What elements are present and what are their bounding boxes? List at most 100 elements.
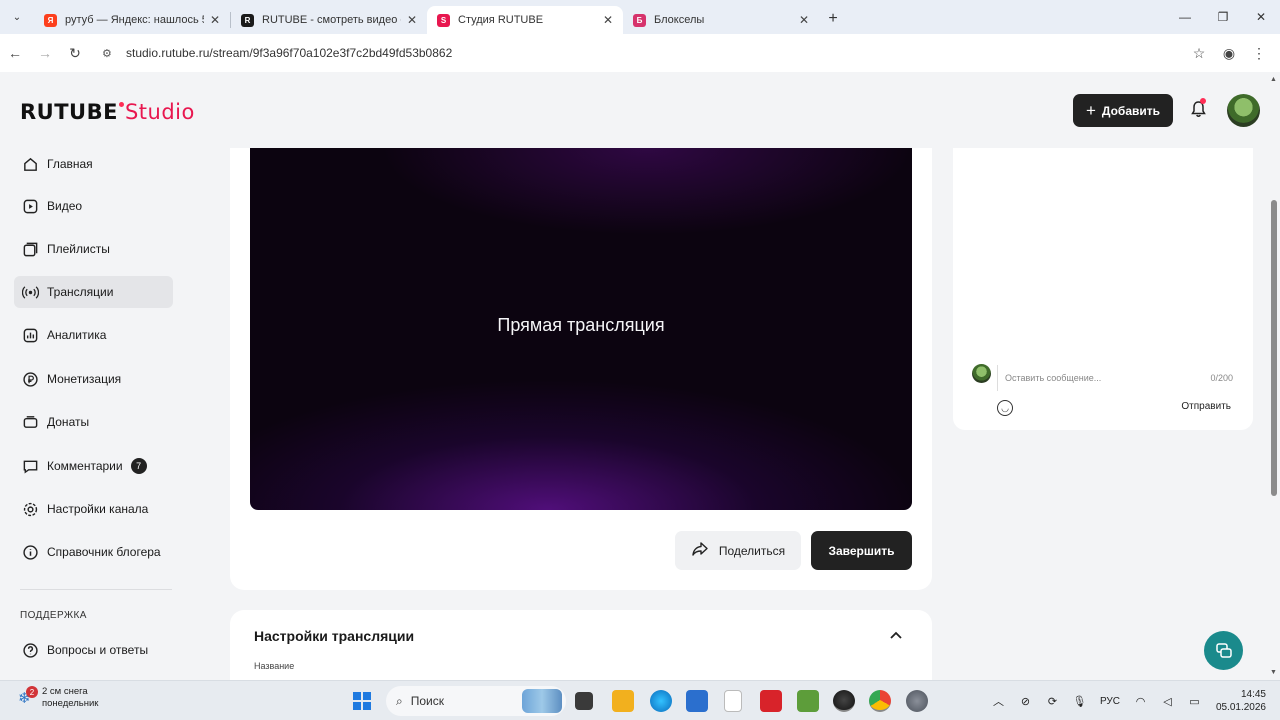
clock-date: 05.01.2026	[1215, 702, 1266, 713]
add-button[interactable]: + Добавить	[1073, 94, 1173, 127]
chat-message-input[interactable]: Оставить сообщение...	[997, 365, 1233, 391]
scroll-up-arrow-icon[interactable]: ▲	[1270, 76, 1277, 83]
reload-icon[interactable]: ↻	[60, 45, 90, 62]
sidebar-item-monetization[interactable]: Монетизация	[14, 363, 173, 395]
user-avatar[interactable]	[1227, 94, 1260, 127]
taskbar-search[interactable]: ⌕ Поиск	[386, 686, 566, 716]
windows-taskbar: ❄ 2 2 см снега понедельник ⌕ Поиск ︿ ⊘ ⟳ …	[0, 680, 1280, 720]
chevron-up-icon[interactable]	[890, 628, 902, 642]
minecraft-app-icon[interactable]	[797, 690, 819, 712]
settings-app-icon[interactable]	[906, 690, 928, 712]
tab-title: рутуб — Яндекс: нашлось 5 тыс. результат…	[65, 14, 204, 26]
taskbar-clock[interactable]: 14:45 05.01.2026	[1208, 688, 1280, 714]
maximize-icon[interactable]: ❐	[1204, 10, 1242, 24]
close-tab-icon[interactable]: ✕	[799, 13, 809, 27]
windows-start-icon[interactable]	[353, 692, 371, 710]
store-app-icon[interactable]	[686, 690, 708, 712]
sidebar-item-donates[interactable]: Донаты	[14, 406, 173, 438]
weather-line1: 2 см снега	[42, 686, 88, 697]
stream-preview-player[interactable]: Прямая трансляция	[250, 148, 912, 510]
input-language[interactable]: РУС	[1093, 696, 1127, 707]
bookmark-star-icon[interactable]: ☆	[1184, 45, 1214, 62]
back-arrow-icon[interactable]: ←	[0, 45, 30, 61]
browser-tab-bar: ⌄ Я рутуб — Яндекс: нашлось 5 тыс. резул…	[0, 0, 1280, 34]
sidebar: Главная Видео Плейлисты Трансляции Анали…	[0, 148, 190, 680]
tray-microphone-icon[interactable]: 🎙	[1066, 695, 1093, 708]
site-settings-icon[interactable]: ⚙	[102, 47, 118, 60]
sidebar-item-channel-settings[interactable]: Настройки канала	[14, 493, 173, 525]
playlist-icon	[20, 240, 40, 258]
forward-arrow-icon[interactable]: →	[30, 45, 60, 61]
new-tab-plus-icon[interactable]: +	[819, 10, 847, 28]
stream-settings-card: Настройки трансляции Название	[230, 610, 932, 680]
analytics-icon	[20, 326, 40, 344]
sidebar-item-label: Трансляции	[47, 285, 114, 299]
sidebar-item-video[interactable]: Видео	[14, 190, 173, 222]
gear-icon	[20, 500, 40, 518]
share-button[interactable]: Поделиться	[675, 531, 801, 570]
tray-battery-icon[interactable]: ▭	[1181, 695, 1208, 708]
tray-volume-icon[interactable]: ◁	[1154, 695, 1181, 708]
sidebar-item-broadcasts[interactable]: Трансляции	[14, 276, 173, 308]
file-explorer-icon[interactable]	[612, 690, 634, 712]
tray-sync-icon[interactable]: ⟳	[1039, 695, 1066, 708]
sidebar-item-faq[interactable]: Вопросы и ответы	[14, 634, 173, 666]
search-highlight-image	[522, 689, 562, 713]
minimize-icon[interactable]: —	[1166, 10, 1204, 24]
weather-line2: понедельник	[42, 698, 99, 709]
sidebar-item-home[interactable]: Главная	[14, 148, 173, 180]
sidebar-item-label: Видео	[47, 199, 83, 213]
broadcast-icon	[20, 283, 40, 301]
close-tab-icon[interactable]: ✕	[603, 13, 613, 27]
terminal-app-icon[interactable]	[575, 692, 593, 710]
search-icon: ⌕	[396, 693, 403, 708]
logo-dot	[118, 102, 124, 107]
studio-header: RUTUBE Studio + Добавить	[0, 72, 1268, 148]
url-field[interactable]: ⚙ studio.rutube.ru/stream/9f3a96f70a102e…	[96, 39, 1146, 67]
obs-app-icon[interactable]	[833, 690, 855, 712]
logo-rutube-text: RUTUBE	[20, 100, 118, 124]
sidebar-item-comments[interactable]: Комментарии 7	[14, 450, 173, 482]
browser-menu-icon[interactable]: ⋮	[1244, 45, 1274, 62]
share-button-label: Поделиться	[718, 543, 786, 558]
scroll-down-arrow-icon[interactable]: ▼	[1270, 669, 1277, 676]
browser-tab-studio[interactable]: S Студия RUTUBE ✕	[427, 6, 623, 34]
home-icon	[20, 155, 40, 173]
chrome-app-icon[interactable]	[869, 690, 891, 712]
page-scrollbar[interactable]: ▲ ▼	[1268, 72, 1280, 680]
stream-settings-title: Настройки трансляции	[254, 628, 415, 644]
comments-icon	[20, 457, 40, 475]
notepad-app-icon[interactable]	[724, 690, 742, 712]
sidebar-item-label: Вопросы и ответы	[47, 643, 149, 657]
finish-stream-button[interactable]: Завершить	[811, 531, 912, 570]
close-tab-icon[interactable]: ✕	[210, 13, 220, 27]
kaspersky-app-icon[interactable]	[760, 690, 782, 712]
notifications-bell-icon[interactable]	[1190, 98, 1207, 123]
close-tab-icon[interactable]: ✕	[407, 13, 417, 27]
ruble-icon	[20, 370, 40, 388]
weather-widget[interactable]: ❄ 2 2 см снега понедельник	[18, 686, 98, 710]
send-message-button[interactable]: Отправить	[1181, 401, 1231, 412]
emoji-icon[interactable]: ◡	[997, 400, 1013, 416]
sidebar-item-blogger-guide[interactable]: Справочник блогера	[14, 536, 173, 568]
browser-tab-rutube[interactable]: R RUTUBE - смотреть видео онлайн ✕	[231, 6, 427, 34]
tab-search-chevron-icon[interactable]: ⌄	[0, 0, 34, 34]
tray-wifi-icon[interactable]: ◠	[1127, 695, 1154, 708]
tray-chevron-up-icon[interactable]: ︿	[985, 693, 1012, 709]
bloksely-favicon-icon: Б	[633, 13, 646, 27]
sidebar-item-playlists[interactable]: Плейлисты	[14, 233, 173, 265]
rutube-studio-logo[interactable]: RUTUBE Studio	[20, 100, 195, 124]
browser-tab-bloksely[interactable]: Б Блокселы ✕	[623, 6, 819, 34]
window-controls: — ❐ ✕	[1166, 0, 1280, 34]
support-chat-icon[interactable]	[1204, 631, 1243, 670]
scrollbar-thumb[interactable]	[1271, 200, 1277, 496]
close-window-icon[interactable]: ✕	[1242, 10, 1280, 24]
url-text[interactable]: studio.rutube.ru/stream/9f3a96f70a102e3f…	[126, 46, 452, 60]
browser-tab-yandex[interactable]: Я рутуб — Яндекс: нашлось 5 тыс. результ…	[34, 6, 230, 34]
profile-icon[interactable]: ◉	[1214, 45, 1244, 62]
sidebar-item-analytics[interactable]: Аналитика	[14, 319, 173, 351]
edge-browser-icon[interactable]	[650, 690, 672, 712]
sidebar-divider	[20, 589, 172, 590]
tray-network-off-icon[interactable]: ⊘	[1012, 695, 1039, 708]
sidebar-item-label: Монетизация	[47, 372, 122, 386]
